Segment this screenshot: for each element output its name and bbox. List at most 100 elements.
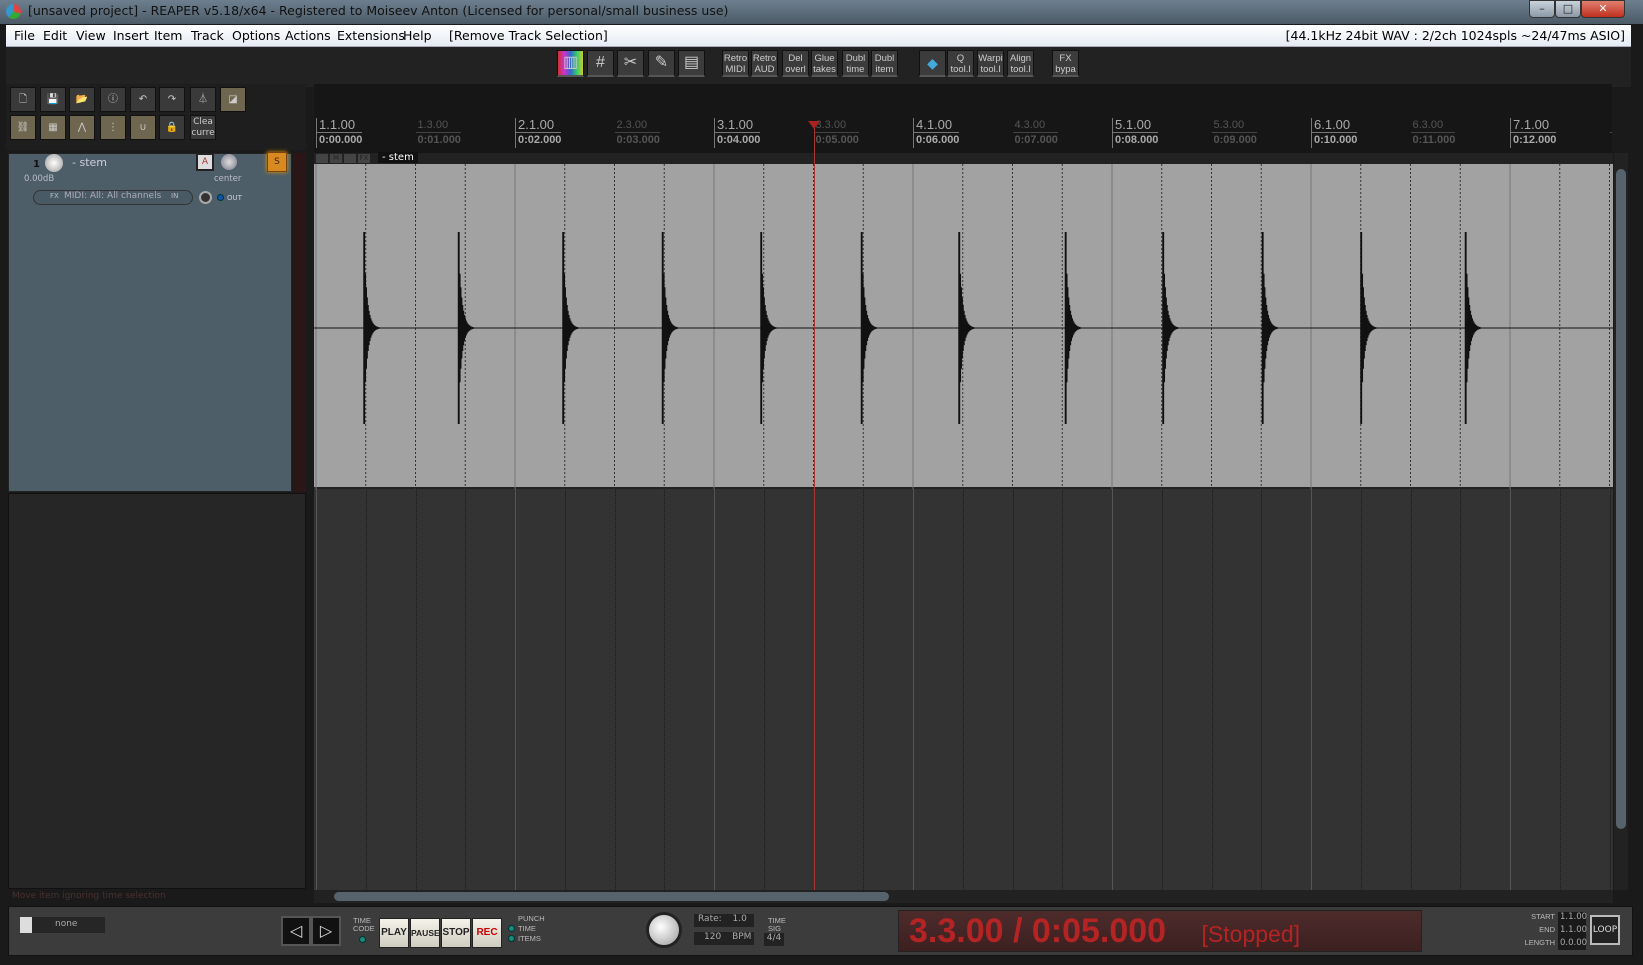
menu-removetrackselection[interactable]: [Remove Track Selection] xyxy=(449,25,608,46)
io-routing-button[interactable] xyxy=(199,191,212,204)
loop-button[interactable]: LOOP xyxy=(1590,915,1620,945)
grid-icon: # xyxy=(596,54,605,71)
menu-actions[interactable]: Actions xyxy=(285,25,331,46)
toolbar-button-fx-bypa[interactable]: FX bypa xyxy=(1052,50,1079,77)
undo-button[interactable]: ↶ xyxy=(130,87,156,112)
toolbar-button-retro-midi[interactable]: Retro MIDI xyxy=(722,50,749,77)
redo-button[interactable]: ↷ xyxy=(159,87,185,112)
minimize-button[interactable]: – xyxy=(1529,0,1555,18)
pan-knob[interactable] xyxy=(221,154,237,170)
project-info-button[interactable]: ⓘ xyxy=(100,87,126,112)
lock-button[interactable]: 🔒 xyxy=(159,115,185,140)
grid-button[interactable]: # xyxy=(587,50,614,77)
toolbar-button-warpi-tooll[interactable]: Warpi tool.l xyxy=(977,50,1004,77)
metronome-button[interactable]: ⏃ xyxy=(190,87,216,112)
ruler-measure-label: 6.3.00 xyxy=(1410,118,1456,133)
loop-button[interactable]: ∪ xyxy=(130,115,156,140)
playrate-knob[interactable] xyxy=(646,912,682,948)
media-item[interactable] xyxy=(314,164,1613,489)
pause-button[interactable]: PAUSE xyxy=(410,918,440,948)
item-fx-icon[interactable]: FX xyxy=(358,154,370,163)
play-button[interactable]: PLAY xyxy=(379,918,409,948)
ruler-measure-label: 2.1.00 xyxy=(516,118,562,133)
vertical-scrollbar[interactable] xyxy=(1614,153,1628,890)
ruler-mark: 6.3.00 0:11.000 xyxy=(1410,118,1456,148)
clear-button[interactable]: Clea curre xyxy=(190,115,216,140)
toolbar-button-del-overl[interactable]: Del overl xyxy=(782,50,809,77)
timeline-ruler[interactable]: 1.1.00 0:00.000 1.3.00 0:01.000 2.1.00 0:02.0… xyxy=(314,84,1612,153)
item-grouping-button[interactable]: ▦ xyxy=(40,115,66,140)
menu-view[interactable]: View xyxy=(76,25,106,46)
horizontal-scroll-thumb[interactable] xyxy=(334,892,889,901)
go-to-start-button[interactable]: ◁ xyxy=(281,916,311,946)
lock-icon: 🔒 xyxy=(165,122,179,133)
snap-grid-button[interactable]: ⋮ xyxy=(100,115,126,140)
toolbar-button-dubl-time[interactable]: Dubl time xyxy=(842,50,869,77)
toolbar-button-align-tooll[interactable]: Align tool.l xyxy=(1007,50,1034,77)
toolbar-button-label: Dubl xyxy=(874,53,895,64)
close-button[interactable]: ✕ xyxy=(1581,0,1625,18)
auto-crossfade-button[interactable]: ◪ xyxy=(220,87,246,112)
menu-item[interactable]: Item xyxy=(154,25,182,46)
volume-readout: 0.00dB xyxy=(24,174,55,184)
ruler-time-label: 0:00.000 xyxy=(319,134,363,146)
ripple-link-button[interactable]: ⛓ xyxy=(10,115,36,140)
volume-knob[interactable] xyxy=(45,154,63,172)
go-to-end-button[interactable]: ▷ xyxy=(311,916,341,946)
toolbar-button-label: MIDI xyxy=(725,64,746,75)
playhead-marker-icon[interactable] xyxy=(807,121,820,129)
horizontal-scrollbar[interactable] xyxy=(314,890,1613,903)
menu-help[interactable]: Help xyxy=(403,25,432,46)
slider-handle[interactable] xyxy=(20,917,32,933)
menu-insert[interactable]: Insert xyxy=(113,25,149,46)
new-project-button[interactable]: 🗋 xyxy=(10,87,36,112)
open-button[interactable]: 📂 xyxy=(69,87,95,112)
toolbar-button-dubl-item[interactable]: Dubl item xyxy=(871,50,898,77)
item-notes-icon[interactable] xyxy=(344,154,356,163)
timecode-led[interactable] xyxy=(359,936,366,943)
split-scissors-button[interactable]: ✂ xyxy=(617,50,644,77)
save-button[interactable]: 💾 xyxy=(40,87,66,112)
track-panel-empty[interactable] xyxy=(8,493,306,889)
timesig-display[interactable]: 4/4 xyxy=(764,933,784,946)
envelope-button[interactable]: ⋀ xyxy=(69,115,95,140)
punch-items-led[interactable] xyxy=(508,935,515,942)
toolbar-button-label: FX xyxy=(1059,53,1072,64)
selection-length-label: LENGTH xyxy=(1524,938,1555,947)
track-name[interactable]: - stem xyxy=(72,156,107,169)
punch-time-led[interactable] xyxy=(508,925,515,932)
toolbar-button-label: Retro xyxy=(752,53,777,64)
menu-edit[interactable]: Edit xyxy=(43,25,67,46)
solo-button[interactable]: S xyxy=(267,152,287,172)
toolbar-button-retro-aud[interactable]: Retro AUD xyxy=(751,50,778,77)
record-arm-button[interactable]: A xyxy=(196,153,214,171)
ruler-measure-label: 4.3.00 xyxy=(1012,118,1058,133)
position-display[interactable]: 3.3.00 / 0:05.000 [Stopped] xyxy=(898,910,1422,952)
ruler-time-label: 0:06.000 xyxy=(916,134,960,146)
vertical-scroll-thumb[interactable] xyxy=(1616,169,1626,829)
menu-extensions[interactable]: Extensions xyxy=(337,25,405,46)
item-lock-icon[interactable] xyxy=(316,154,328,163)
menu-options[interactable]: Options xyxy=(232,25,280,46)
menu-file[interactable]: File xyxy=(14,25,35,46)
render-button[interactable]: ▤ xyxy=(678,50,705,77)
toolbar-button-q-tooll[interactable]: Qtool.l xyxy=(947,50,974,77)
undo-icon: ↶ xyxy=(138,94,148,105)
stretch-marker-button[interactable]: ◆ xyxy=(919,50,946,77)
toolbar-button-label: Q xyxy=(956,53,965,64)
stop-button[interactable]: STOP xyxy=(441,918,471,948)
slider-none[interactable]: none xyxy=(20,917,105,933)
track-control-panel[interactable]: 1 - stem 0.00dB A center S FX MIDI: All:… xyxy=(8,152,292,492)
ruler-time-label: 0:09.000 xyxy=(1213,134,1257,146)
color-picker-button[interactable]: ▥ xyxy=(557,50,584,77)
menu-track[interactable]: Track xyxy=(191,25,224,46)
toolbar-button-glue-takes[interactable]: Glue takes xyxy=(811,50,838,77)
item-m-icon[interactable]: M xyxy=(330,154,342,163)
marker-button[interactable]: ✎ xyxy=(648,50,675,77)
maximize-button[interactable]: □ xyxy=(1555,0,1581,18)
rec-button[interactable]: REC xyxy=(472,918,502,948)
rate-display[interactable]: Rate: 1.0 xyxy=(694,914,754,927)
playhead-cursor[interactable] xyxy=(813,122,815,890)
bpm-display[interactable]: 120 BPM xyxy=(694,932,754,945)
input-select[interactable]: FX MIDI: All: All channels IN xyxy=(33,190,193,205)
